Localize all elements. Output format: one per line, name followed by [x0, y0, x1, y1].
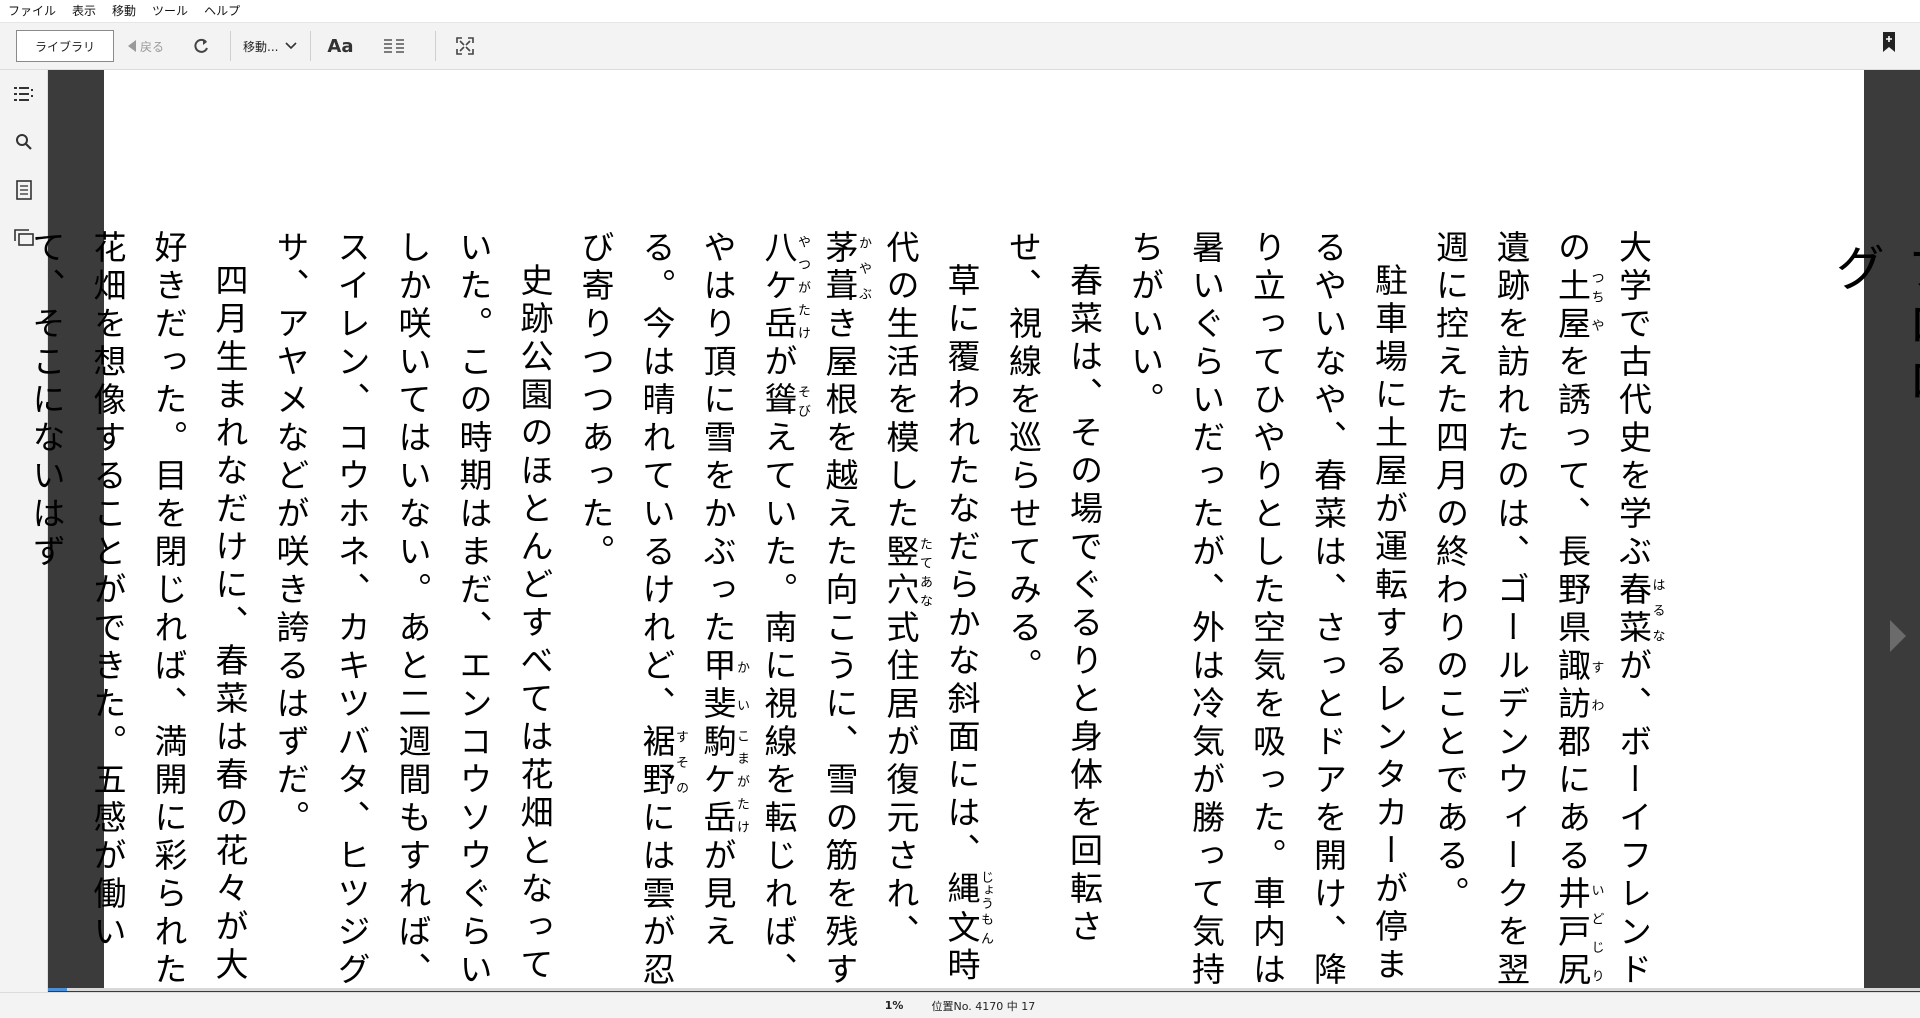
body-text: 大学で古代史を学ぶ春菜はるなが、ボーイフレンドの土つち屋やを誘って、長野県諏訪す… [16, 230, 1665, 1010]
menu-help[interactable]: ヘルプ [196, 0, 248, 22]
search-icon[interactable] [0, 118, 47, 166]
notes-icon[interactable] [0, 166, 47, 214]
reading-progress-bar[interactable] [48, 988, 1920, 991]
layout-columns-icon[interactable] [377, 29, 411, 63]
goto-dropdown[interactable]: 移動... [243, 38, 298, 55]
menu-go[interactable]: 移動 [104, 0, 144, 22]
table-of-contents-icon[interactable] [0, 70, 47, 118]
fullscreen-icon[interactable] [448, 29, 482, 63]
ruby-word: 裾野すその [637, 724, 688, 800]
paragraph: 草に覆われたなだらかな斜面には、縄じょう文もん時代の生活を模した竪穴たてあな式住… [576, 230, 993, 990]
toolbar-separator [230, 31, 232, 61]
paragraph: 駐車場に土屋が運転するレンタカーが停まるやいなや、春菜は、さっとドアを開け、降り… [1125, 230, 1409, 990]
chapter-title: プロローグ [1827, 242, 1920, 466]
ruby-word: 文もん [942, 909, 993, 948]
ruby-word: 諏訪すわ [1552, 648, 1604, 724]
progress-percent: 1% [884, 999, 904, 1012]
reading-progress-fill [48, 988, 67, 991]
ruby-word: 縄じょう [942, 870, 993, 910]
chevron-down-icon [285, 42, 298, 50]
paragraph: 春菜は、その場でぐるりと身体を回転させ、視線を巡らせてみる。 [1003, 230, 1104, 947]
font-settings-button[interactable]: Aa [323, 29, 357, 63]
paragraph: 四月生まれなだけに、春菜は春の花々が大好きだった。目を閉じれば、満開に彩られた花… [27, 230, 249, 990]
menu-view[interactable]: 表示 [64, 0, 104, 22]
ruby-word: 春菜はるな [1613, 572, 1665, 648]
ruby-word: 屋や [1552, 306, 1604, 344]
ruby-word: 八ケ岳やつがたけ [759, 230, 810, 344]
sync-icon[interactable] [184, 29, 218, 63]
next-page-arrow-icon[interactable] [1890, 620, 1906, 652]
menu-tools[interactable]: ツール [144, 0, 196, 22]
status-bar: 1% 位置No. 4170 中 17 [0, 992, 1920, 1018]
ruby-word: 竪穴たてあな [881, 534, 932, 610]
ruby-word: 駒ケ岳こまがたけ [698, 724, 749, 838]
book-page: プロローグ 大学で古代史を学ぶ春菜はるなが、ボーイフレンドの土つち屋やを誘って、… [27, 70, 1920, 990]
paragraph: 大学で古代史を学ぶ春菜はるなが、ボーイフレンドの土つち屋やを誘って、長野県諏訪す… [1430, 230, 1665, 990]
ruby-word: 井戸尻いどじり [1552, 876, 1604, 990]
ruby-word: 甲斐かい [698, 648, 749, 724]
library-button[interactable]: ライブラリ [16, 30, 114, 62]
toolbar: ライブラリ 戻る 移動... Aa [0, 23, 1920, 70]
location-readout: 位置No. 4170 中 17 [931, 999, 1036, 1013]
menu-file[interactable]: ファイル [0, 0, 64, 22]
goto-label: 移動... [243, 39, 279, 54]
ruby-word: 聳そび [759, 382, 810, 420]
ruby-word: 土つち [1552, 268, 1604, 306]
menu-bar: ファイル 表示 移動 ツール ヘルプ [0, 0, 1920, 23]
back-arrow-icon [128, 40, 136, 52]
paragraph: 史跡公園のほとんどすべては花畑となっていた。この時期はまだ、エンコウソウぐらいし… [271, 230, 554, 990]
toolbar-separator [435, 31, 437, 61]
back-label: 戻る [140, 39, 165, 54]
back-button[interactable]: 戻る [128, 38, 164, 55]
add-bookmark-icon[interactable] [1882, 31, 1896, 57]
toolbar-separator [310, 31, 312, 61]
ruby-word: 茅葺かやぶ [820, 230, 871, 306]
